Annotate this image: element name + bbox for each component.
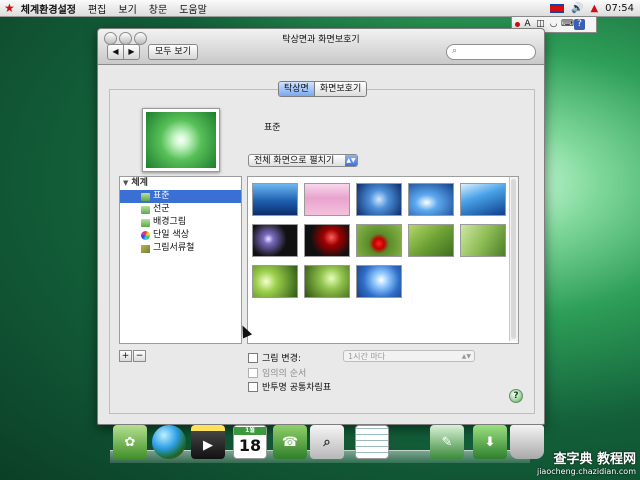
source-item-solid-color[interactable]: 단일 색상 [120,229,241,242]
random-order-option: 임의의 순서 [248,366,306,379]
wallpaper-thumbnail[interactable] [356,265,402,298]
flame-icon[interactable]: ▲ [590,3,598,14]
source-item-backgrounds[interactable]: 배경그림 [120,216,241,229]
select-arrows-icon: ▲▼ [345,155,357,166]
window-titlebar[interactable]: 탁상면과 화면보호기 ◀ ▶ 모두 보기 ⌕ [98,29,544,65]
random-order-checkbox [248,367,258,378]
source-list: ▼ 체계 표준 선군 배경그림 단일 색상 그림서류철 [119,176,242,344]
ime-keyboard-icon[interactable]: ⌨ [561,19,574,30]
change-picture-option[interactable]: 그림 변경: [248,351,301,364]
source-group-label: 체계 [131,178,148,188]
menu-view[interactable]: 보기 [118,1,136,16]
downloads-dock-icon[interactable]: ⬇ [473,425,507,459]
random-order-label: 임의의 순서 [262,369,307,379]
pictures-folder-icon [141,244,150,253]
watermark: 查字典 教程网 jiaocheng.chazidian.com [537,448,636,476]
system-preferences-dock-icon[interactable]: ✿ [113,425,147,459]
source-item-label: 선군 [153,204,170,214]
disclosure-triangle-icon[interactable]: ▼ [123,177,128,190]
interval-select: 1시간 마다 ▲▼ [343,350,475,362]
source-item-songun[interactable]: 선군 [120,203,241,216]
source-item-standard[interactable]: 표준 [120,190,241,203]
wallpaper-preview [142,108,220,172]
tab-bar: 탁상면 화면보호기 [278,81,368,97]
wallpaper-grid [247,176,519,344]
input-flag-icon[interactable] [550,3,565,13]
change-picture-checkbox[interactable] [248,352,258,363]
help-button[interactable]: ? [509,389,523,403]
grid-scrollbar[interactable] [509,177,518,341]
watermark-url: jiaocheng.chazidian.com [536,467,636,476]
ime-help-icon[interactable]: ? [574,19,585,30]
tab-desktop[interactable]: 탁상면 [279,82,314,96]
menu-help[interactable]: 도움말 [179,1,207,16]
address-book-dock-icon[interactable]: ☎ [273,425,307,459]
nav-buttons: ◀ ▶ [107,44,140,60]
dock: ✿ ▶ 1월 18 ☎ ⌕ ✎ ⬇ [110,421,544,465]
fill-mode-select[interactable]: 전체 화면으로 펼치기 ▲▼ [248,154,358,167]
ime-punctuation-icon[interactable]: ◡ [548,19,559,30]
add-button[interactable]: + [119,350,132,362]
wallpaper-thumbnail[interactable] [252,224,298,257]
wallpaper-thumbnail[interactable] [304,224,350,257]
web-browser-dock-icon[interactable] [152,425,186,459]
video-player-dock-icon[interactable]: ▶ [191,425,225,459]
source-item-label: 배경그림 [153,217,187,227]
wallpaper-thumbnail[interactable] [408,183,454,216]
wallpaper-thumbnail[interactable] [304,265,350,298]
remove-button[interactable]: − [133,350,146,362]
search-field[interactable]: ⌕ [446,44,536,60]
wallpaper-thumbnail[interactable] [460,224,506,257]
source-item-pictures-folder[interactable]: 그림서류철 [120,242,241,255]
menu-window[interactable]: 창문 [149,1,167,16]
fill-mode-value: 전체 화면으로 펼치기 [254,156,335,166]
change-picture-label: 그림 변경: [262,354,302,364]
wallpaper-thumbnail[interactable] [460,183,506,216]
preview-image [146,112,216,168]
translucent-menubar-option[interactable]: 반투명 공통차림표 [248,380,331,393]
menu-edit[interactable]: 편집 [88,1,106,16]
wallpaper-thumbnail[interactable] [356,183,402,216]
star-menu-icon[interactable]: ★ [4,1,15,15]
wallpaper-thumbnail[interactable] [304,183,350,216]
menu-bar: ★ 체계환경설정 편집 보기 창문 도움말 🔊 ▲ 07:54 [0,0,640,17]
source-group-system[interactable]: ▼ 체계 [120,177,241,190]
spreadsheet-dock-icon[interactable] [355,425,389,459]
menu-app-name[interactable]: 체계환경설정 [21,1,76,16]
source-item-label: 단일 색상 [153,230,189,240]
color-wheel-icon [141,231,150,240]
tools-dock-icon[interactable]: ✎ [430,425,464,459]
wallpaper-thumbnail[interactable] [408,224,454,257]
folder-icon [141,218,150,227]
source-item-label: 표준 [153,191,170,201]
current-wallpaper-name: 표준 [264,123,281,133]
source-item-label: 그림서류철 [153,243,195,253]
wallpaper-thumbnail[interactable] [252,265,298,298]
wallpaper-thumbnail[interactable] [252,183,298,216]
ime-indicator-icon [515,22,520,27]
watermark-main: 查字典 教程网 [553,452,636,467]
show-all-button[interactable]: 모두 보기 [148,44,198,60]
back-arrow-icon[interactable]: ◀ [108,45,123,59]
translucent-menubar-label: 반투명 공통차림표 [262,383,332,393]
interval-value: 1시간 마다 [348,352,386,361]
calendar-day: 18 [238,436,262,455]
source-list-controls: + − [119,350,147,362]
search-icon: ⌕ [452,46,458,56]
tab-screensaver[interactable]: 화면보호기 [313,82,367,96]
folder-icon [141,205,150,214]
file-search-dock-icon[interactable]: ⌕ [310,425,344,459]
forward-arrow-icon[interactable]: ▶ [123,45,139,59]
volume-icon[interactable]: 🔊 [571,3,583,14]
calendar-dock-icon[interactable]: 1월 18 [233,425,267,459]
wallpaper-thumbnail[interactable] [356,224,402,257]
menu-clock[interactable]: 07:54 [605,3,634,14]
translucent-menubar-checkbox[interactable] [248,381,258,392]
calendar-month: 1월 [234,427,266,435]
select-arrows-icon: ▲▼ [461,353,471,360]
folder-icon [141,192,150,201]
